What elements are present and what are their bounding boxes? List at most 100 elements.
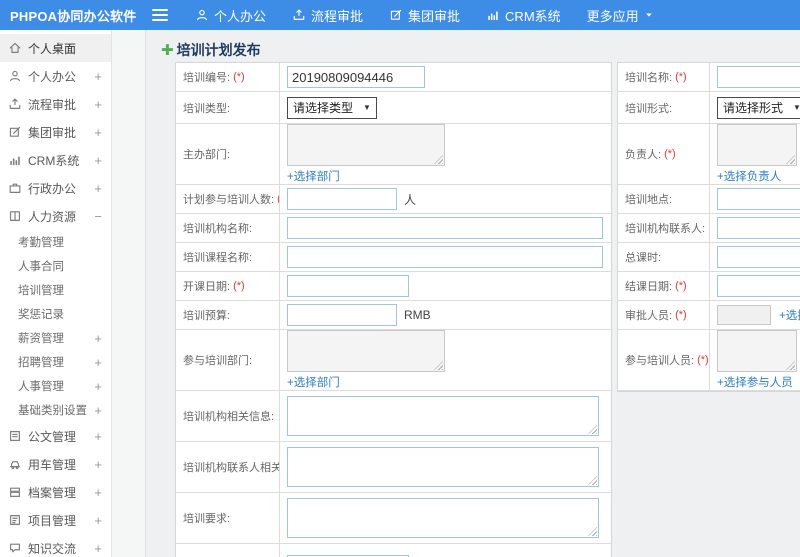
expand-icon[interactable]: + — [94, 380, 102, 393]
join-departments-select-link[interactable]: +选择部门 — [287, 374, 340, 390]
expand-icon[interactable]: + — [94, 98, 102, 111]
form-row-training-no: 培训编号: (*) — [176, 63, 611, 92]
training-name-input[interactable] — [717, 66, 800, 88]
sidebar-subitem-training-mgmt[interactable]: 培训管理 — [0, 278, 111, 302]
expand-icon[interactable]: + — [94, 332, 102, 345]
sidebar-subitem-personnel-mgmt[interactable]: 人事管理 + — [0, 374, 111, 398]
org-name-input[interactable] — [287, 217, 603, 239]
approvers-select-link[interactable]: +选择审批人员 — [779, 307, 800, 323]
expand-icon[interactable]: + — [94, 404, 102, 417]
training-type-selected-value: 请选择类型 — [293, 101, 354, 115]
sidebar-subitem-base-category-set[interactable]: 基础类别设置 + — [0, 398, 111, 422]
sidebar-subitem-reward-records[interactable]: 奖惩记录 — [0, 302, 111, 326]
home-icon — [8, 41, 22, 55]
expand-icon[interactable]: + — [94, 182, 102, 195]
org-info-textarea[interactable] — [287, 396, 599, 436]
required-marker: (*) — [233, 280, 245, 292]
training-place-input[interactable] — [717, 188, 800, 210]
sidebar-item-label: 个人桌面 — [28, 41, 77, 56]
form-row-training-budget: 培训预算: RMB — [176, 301, 611, 330]
sidebar-item-crm-system[interactable]: CRM系统 + — [0, 146, 111, 174]
expand-icon[interactable]: + — [94, 70, 102, 83]
person-in-charge-textarea[interactable] — [717, 124, 797, 166]
topnav-item-crm-system[interactable]: CRM系统 — [473, 0, 574, 30]
host-department-select-link[interactable]: +选择部门 — [287, 168, 340, 184]
join-trainees-textarea[interactable] — [717, 330, 797, 372]
sidebar-item-human-resources[interactable]: 人力资源 − — [0, 202, 111, 230]
sidebar-item-personal-desktop[interactable]: 个人桌面 — [0, 34, 111, 62]
sidebar-item-group-approval[interactable]: 集团审批 + — [0, 118, 111, 146]
expand-icon[interactable]: + — [94, 514, 102, 527]
approvers-box[interactable] — [717, 305, 771, 325]
training-require-label: 培训要求: — [176, 493, 280, 543]
edit-icon — [8, 125, 22, 139]
topnav-item-label: 集团审批 — [408, 8, 461, 24]
expand-icon[interactable]: + — [94, 154, 102, 167]
join-departments-textarea[interactable] — [287, 330, 445, 372]
top-navbar: PHPOA协同办公软件 个人办公 流程审批 集团审批 CRM系统 更多应用 — [0, 0, 800, 30]
expand-icon[interactable]: + — [94, 126, 102, 139]
expand-icon[interactable]: + — [94, 356, 102, 369]
form-row-end-date: 结课日期: (*) — [618, 272, 800, 301]
end-date-input[interactable] — [717, 275, 800, 297]
chat-icon — [8, 541, 22, 555]
topnav-item-group-approval[interactable]: 集团审批 — [376, 0, 473, 30]
training-budget-input[interactable] — [287, 304, 397, 326]
sidebar-subitem-recruit-mgmt[interactable]: 招聘管理 + — [0, 350, 111, 374]
topnav-item-personal-office[interactable]: 个人办公 — [182, 0, 279, 30]
user-icon — [195, 8, 209, 22]
sidebar-scroll-strip — [112, 30, 146, 557]
planned-trainees-input[interactable] — [287, 188, 397, 210]
form-row-planned-trainees: 计划参与培训人数:(*) 人 — [176, 185, 611, 214]
sidebar-item-label: CRM系统 — [28, 153, 80, 168]
training-type-select[interactable]: 请选择类型 ▼ — [287, 96, 377, 119]
sidebar-subitem-attendance-mgmt[interactable]: 考勤管理 — [0, 230, 111, 254]
chart-icon — [8, 153, 22, 167]
sidebar-subitem-salary-mgmt[interactable]: 薪资管理 + — [0, 326, 111, 350]
collapse-icon[interactable]: − — [94, 210, 102, 223]
sidebar-item-vehicle-mgmt[interactable]: 用车管理 + — [0, 450, 111, 478]
form-row-org-contact: 培训机构联系人: — [618, 214, 800, 243]
join-trainees-select-link[interactable]: +选择参与人员 — [717, 374, 793, 390]
sidebar-item-project-mgmt[interactable]: 项目管理 + — [0, 506, 111, 534]
sidebar-item-workflow-approval[interactable]: 流程审批 + — [0, 90, 111, 118]
host-department-textarea[interactable] — [287, 124, 445, 166]
sidebar-item-personal-office[interactable]: 个人办公 + — [0, 62, 111, 90]
sidebar-item-admin-office[interactable]: 行政办公 + — [0, 174, 111, 202]
training-require-textarea[interactable] — [287, 498, 599, 538]
menu-icon[interactable] — [152, 9, 168, 21]
total-hours-input[interactable] — [717, 246, 800, 268]
sidebar-item-document-mgmt[interactable]: 公文管理 + — [0, 422, 111, 450]
form-row-host-department: 主办部门: +选择部门 — [176, 124, 611, 185]
expand-icon[interactable]: + — [94, 542, 102, 555]
training-no-input[interactable] — [287, 66, 425, 88]
org-contact-input[interactable] — [717, 217, 800, 239]
sidebar-subitem-personnel-contract[interactable]: 人事合同 — [0, 254, 111, 278]
topnav-item-workflow-approval[interactable]: 流程审批 — [279, 0, 376, 30]
expand-icon[interactable]: + — [94, 458, 102, 471]
sidebar-subitem-label: 招聘管理 — [18, 357, 64, 369]
course-name-input[interactable] — [287, 246, 603, 268]
attachment-doc-label: 附件文档: — [176, 544, 280, 557]
sidebar-item-knowledge-exchange[interactable]: 知识交流 + — [0, 534, 111, 557]
doc-icon — [8, 429, 22, 443]
total-hours-field — [710, 243, 800, 271]
project-icon — [8, 513, 22, 527]
person-in-charge-select-link[interactable]: +选择负责人 — [717, 168, 781, 184]
org-name-label: 培训机构名称: — [176, 214, 280, 242]
org-contact-info-textarea[interactable] — [287, 447, 599, 487]
start-date-input[interactable] — [287, 275, 409, 297]
approvers-label: 审批人员: (*) — [618, 301, 710, 329]
sidebar-item-archive-mgmt[interactable]: 档案管理 + — [0, 478, 111, 506]
training-form-select[interactable]: 请选择形式 ▼ — [717, 96, 800, 119]
sidebar-subitem-label: 奖惩记录 — [18, 309, 64, 321]
topnav-item-more-apps[interactable]: 更多应用 — [574, 0, 667, 30]
training-no-label: 培训编号: (*) — [176, 63, 280, 91]
org-contact-field — [710, 214, 800, 242]
sidebar-item-label: 人力资源 — [28, 209, 77, 224]
app-logo[interactable]: PHPOA协同办公软件 — [0, 6, 146, 25]
expand-icon[interactable]: + — [94, 430, 102, 443]
expand-icon[interactable]: + — [94, 486, 102, 499]
training-budget-field: RMB — [280, 301, 611, 329]
org-name-field — [280, 214, 611, 242]
